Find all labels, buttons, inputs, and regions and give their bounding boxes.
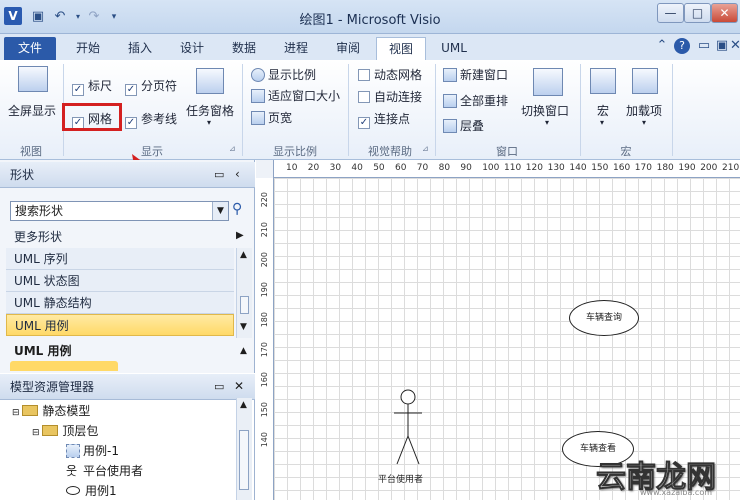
scroll-down-icon[interactable]: ▼: [240, 322, 247, 332]
pane-restore-icon[interactable]: ▭: [214, 168, 224, 181]
ruler-tick-label: 100: [482, 163, 500, 173]
stencil-uml-sequence[interactable]: UML 序列: [6, 248, 234, 270]
ruler-tick-label: 160: [613, 163, 631, 173]
ruler-tick-label: 150: [591, 163, 609, 173]
more-shapes-button[interactable]: 更多形状: [6, 226, 234, 248]
ruler-top-labels: 10 20 30 40 50 60 70 80 90 100 110 120 130 140 150 160 1…: [274, 160, 740, 178]
actor-label: 平台使用者: [378, 475, 424, 485]
ruler-tick-label: 90: [460, 163, 472, 173]
stencil-uml-static-structure[interactable]: UML 静态结构: [6, 292, 234, 314]
search-icon[interactable]: ⚲: [232, 201, 248, 221]
actor-icon: 웃: [66, 464, 78, 478]
watermark-url: www.xazaiba.com: [640, 488, 713, 497]
pane-restore-icon[interactable]: ▭: [214, 380, 224, 393]
actor-shape[interactable]: [389, 386, 429, 472]
folder-icon: [22, 405, 39, 416]
tree-item-usecase1[interactable]: 用例1: [66, 482, 117, 499]
ruler-tick-label: 210: [260, 222, 269, 238]
horizontal-ruler: 10 20 30 40 50 60 70 80 90 100 110 120 130 140 150 160 1…: [256, 160, 740, 178]
tree-item-static-model[interactable]: ⊟ 静态模型: [12, 402, 90, 419]
collapse-left-icon[interactable]: ‹: [235, 167, 240, 181]
ruler-tick-label: 170: [634, 163, 652, 173]
scroll-thumb[interactable]: [240, 296, 249, 314]
stencil-shape-preview: [10, 361, 118, 371]
scroll-up-icon[interactable]: ▲: [240, 346, 247, 356]
model-explorer-title: 模型资源管理器: [10, 380, 95, 394]
ruler-tick-label: 150: [260, 402, 269, 418]
ruler-tick-label: 120: [525, 163, 543, 173]
folder-icon: [42, 425, 59, 436]
expand-icon[interactable]: ⊟: [12, 408, 22, 418]
ruler-tick-label: 200: [260, 252, 269, 268]
scroll-up-icon[interactable]: ▲: [240, 250, 247, 260]
tree-item-platform-user[interactable]: 웃 平台使用者: [66, 462, 143, 479]
tree-item-usecase-1-diagram[interactable]: 用例-1: [66, 442, 119, 459]
ruler-tick-label: 170: [260, 342, 269, 358]
ruler-tick-label: 110: [504, 163, 522, 173]
ruler-tick-label: 220: [260, 192, 269, 208]
ruler-tick-label: 50: [373, 163, 385, 173]
ruler-tick-label: 70: [416, 163, 429, 173]
pane-close-icon[interactable]: ✕: [234, 379, 244, 393]
ruler-tick-label: 10: [286, 163, 298, 173]
ruler-tick-label: 160: [260, 372, 269, 388]
scroll-up-icon[interactable]: ▲: [240, 400, 247, 410]
stencil-uml-usecase[interactable]: UML 用例: [6, 314, 234, 336]
search-shapes-input[interactable]: 搜索形状: [10, 201, 229, 221]
vertical-ruler: 220 210 200 190 180 170 160 150 140: [256, 178, 274, 500]
ruler-tick-label: 210: [722, 163, 740, 173]
ruler-tick-label: 180: [260, 312, 269, 328]
chevron-right-icon: ▶: [236, 230, 244, 241]
ruler-left-labels: 220 210 200 190 180 170 160 150 140: [256, 178, 274, 500]
shapes-pane-title: 形状: [10, 168, 35, 182]
ruler-tick-label: 40: [351, 163, 363, 173]
diagram-icon: [66, 444, 80, 458]
stencil-uml-statechart[interactable]: UML 状态图: [6, 270, 234, 292]
ruler-corner: [256, 160, 274, 178]
search-dropdown-icon[interactable]: ▼: [212, 202, 228, 220]
ruler-tick-label: 140: [260, 432, 269, 448]
ruler-tick-label: 80: [438, 163, 451, 173]
ruler-tick-label: 180: [656, 163, 674, 173]
ellipse-icon: [66, 486, 80, 495]
ruler-tick-label: 190: [678, 163, 696, 173]
ruler-tick-label: 140: [569, 163, 587, 173]
ruler-tick-label: 30: [329, 163, 342, 173]
ruler-tick-label: 190: [260, 282, 269, 298]
expand-icon[interactable]: ⊟: [32, 428, 42, 438]
ruler-tick-label: 130: [547, 163, 565, 173]
usecase-ellipse-query[interactable]: 车辆查询: [569, 300, 639, 336]
ruler-tick-label: 20: [307, 163, 320, 173]
tree-item-top-package[interactable]: ⊟ 顶层包: [32, 422, 98, 439]
stencil-header: UML 用例: [14, 344, 72, 358]
ruler-tick-label: 200: [700, 163, 718, 173]
scroll-thumb[interactable]: [239, 430, 249, 490]
ruler-tick-label: 60: [395, 163, 407, 173]
